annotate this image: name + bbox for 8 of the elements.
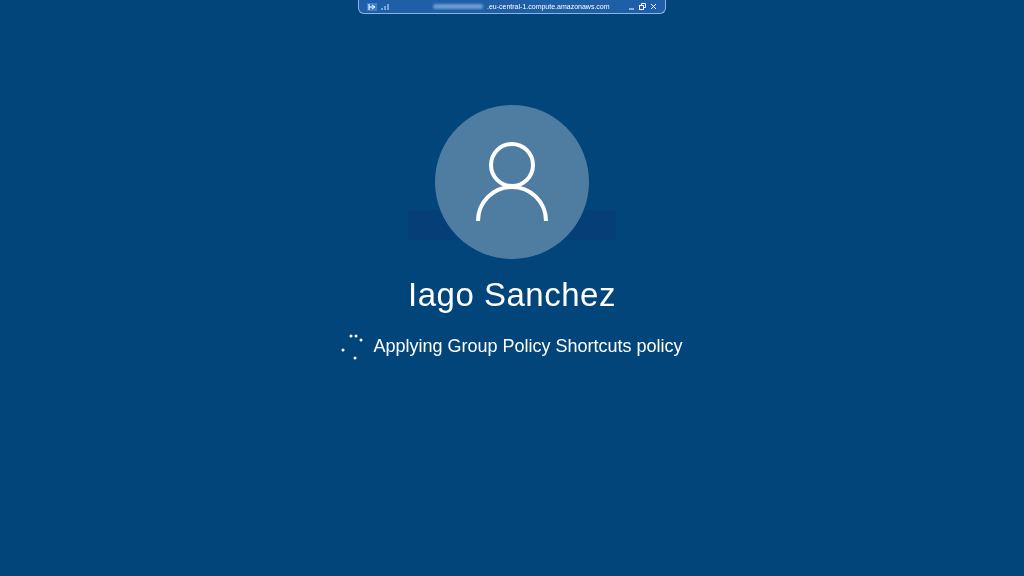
- close-icon[interactable]: [650, 3, 657, 10]
- status-message: Applying Group Policy Shortcuts policy: [373, 335, 683, 358]
- signal-icon: [381, 3, 389, 10]
- person-icon: [475, 141, 549, 223]
- restore-icon[interactable]: [639, 3, 646, 10]
- user-name: Iago Sanchez: [408, 278, 616, 311]
- spinner-icon: [341, 333, 364, 360]
- blurred-hostname: [433, 4, 483, 9]
